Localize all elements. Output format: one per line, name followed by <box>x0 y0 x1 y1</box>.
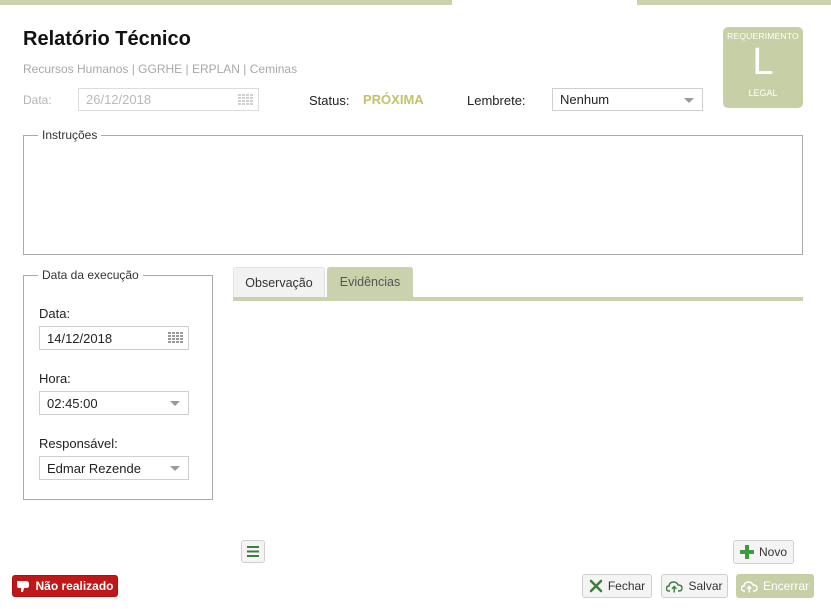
close-button[interactable]: Fechar <box>582 574 652 598</box>
calendar-icon[interactable] <box>168 332 184 344</box>
calendar-icon <box>238 93 253 105</box>
thumbs-down-icon <box>17 580 30 592</box>
exec-time-value: 02:45:00 <box>47 395 98 411</box>
reminder-value: Nenhum <box>560 92 610 107</box>
page-title: Relatório Técnico <box>23 28 191 50</box>
not-done-button[interactable]: Não realizado <box>12 575 118 597</box>
exec-date-value: 14/12/2018 <box>47 330 113 346</box>
date-field: 26/12/2018 <box>78 88 259 111</box>
instructions-legend: Instruções <box>38 128 102 142</box>
breadcrumb: Recursos Humanos | GGRHE | ERPLAN | Cemi… <box>23 62 298 76</box>
badge-bottom-label: LEGAL <box>748 88 778 98</box>
exec-time-select[interactable]: 02:45:00 <box>39 391 189 415</box>
responsible-label: Responsável: <box>39 436 118 451</box>
exec-time-label: Hora: <box>39 371 71 386</box>
plus-icon <box>739 545 754 559</box>
chevron-down-icon <box>684 97 694 103</box>
chevron-down-icon <box>170 466 180 471</box>
finish-button[interactable]: Encerrar <box>736 574 814 598</box>
badge-letter: L <box>752 41 774 83</box>
cloud-upload-icon <box>666 580 684 592</box>
date-label: Data: <box>23 93 52 107</box>
chevron-down-icon <box>170 401 180 406</box>
list-icon <box>247 546 259 557</box>
reminder-label: Lembrete: <box>467 93 526 108</box>
execution-legend: Data da execução <box>38 268 143 282</box>
requirement-badge: REQUERIMENTO L LEGAL <box>723 27 803 108</box>
menu-button[interactable] <box>241 540 265 563</box>
status-value: PRÓXIMA <box>363 92 424 107</box>
instructions-panel <box>23 135 803 255</box>
cloud-upload-icon <box>740 580 758 592</box>
date-value: 26/12/2018 <box>86 92 152 107</box>
tab-evidencias[interactable]: Evidências <box>327 267 413 297</box>
responsible-select[interactable]: Edmar Rezende <box>39 456 189 480</box>
save-button[interactable]: Salvar <box>661 574 728 598</box>
new-button[interactable]: Novo <box>733 540 794 564</box>
exec-date-label: Data: <box>39 306 71 321</box>
close-icon <box>589 579 603 593</box>
top-progress-bar <box>0 0 831 5</box>
exec-date-input[interactable]: 14/12/2018 <box>39 326 189 350</box>
reminder-select[interactable]: Nenhum <box>552 88 703 111</box>
badge-top-label: REQUERIMENTO <box>727 31 799 41</box>
tab-observacao[interactable]: Observação <box>233 267 325 297</box>
responsible-value: Edmar Rezende <box>47 460 141 476</box>
tab-underline <box>233 297 803 301</box>
status-label: Status: <box>309 93 350 108</box>
